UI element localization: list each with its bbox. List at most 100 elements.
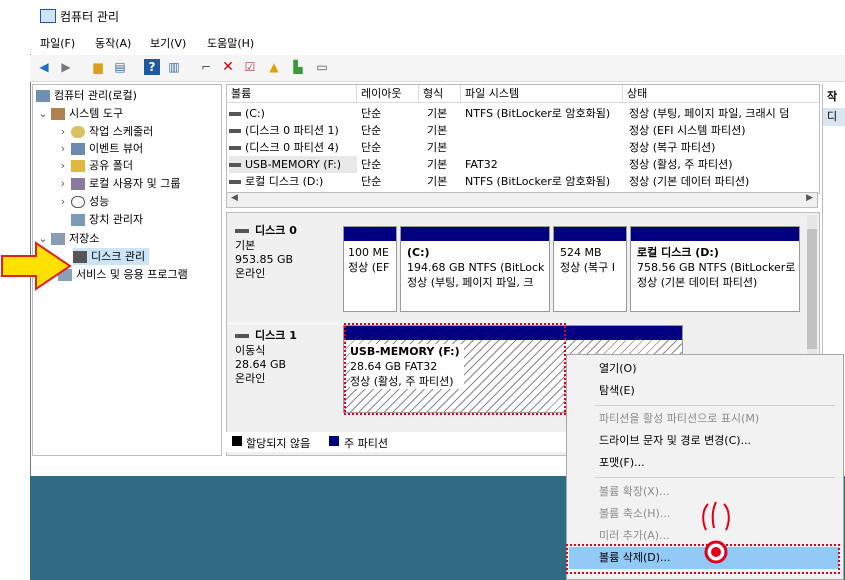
chevron-right-icon[interactable]: › bbox=[58, 175, 68, 192]
legend-primary: 주 파티션 bbox=[344, 437, 388, 450]
menu-help[interactable]: 도움말(H) bbox=[207, 35, 254, 51]
volume-icon bbox=[229, 129, 241, 133]
help-icon[interactable]: ? bbox=[144, 59, 160, 75]
back-icon[interactable]: ◀ bbox=[36, 59, 52, 75]
connect-icon[interactable]: ⌐ bbox=[198, 59, 214, 75]
properties-icon[interactable]: ▤ bbox=[112, 59, 128, 75]
table-row[interactable]: 로컬 디스크 (D:) bbox=[229, 173, 357, 190]
hand-click-icon bbox=[702, 501, 730, 564]
tree-item-disk-management[interactable]: 디스크 관리 bbox=[73, 248, 150, 265]
actions-item[interactable]: 디 bbox=[823, 108, 845, 126]
delete-icon[interactable]: ✕ bbox=[220, 59, 236, 75]
event-viewer-icon bbox=[71, 143, 85, 155]
cell-layout: 단순 bbox=[361, 175, 382, 188]
forward-icon[interactable]: ▶ bbox=[58, 59, 74, 75]
cell-status: 정상 (활성, 주 파티션) bbox=[629, 158, 733, 171]
cell-status: 정상 (기본 데이터 파티션) bbox=[629, 175, 750, 188]
column-header-type[interactable]: 형식 bbox=[419, 85, 461, 103]
chevron-right-icon[interactable]: › bbox=[58, 123, 68, 140]
menu-separator bbox=[595, 405, 835, 406]
menu-open[interactable]: 열기(O) bbox=[599, 359, 636, 379]
computer-icon bbox=[36, 90, 50, 102]
partition-efi[interactable]: 100 ME 정상 (EF bbox=[343, 226, 397, 312]
column-header-filesystem[interactable]: 파일 시스템 bbox=[461, 85, 623, 103]
disk1-size: 28.64 GB bbox=[235, 358, 287, 371]
cell-type: 기본 bbox=[427, 107, 448, 120]
disk1-type: 이동식 bbox=[235, 344, 266, 357]
settings-icon[interactable]: ▭ bbox=[314, 59, 330, 75]
legend-unallocated: 할당되지 않음 bbox=[246, 437, 311, 450]
disk-icon bbox=[73, 251, 87, 263]
tree-item-performance[interactable]: › 성능 bbox=[58, 193, 109, 210]
view-icon[interactable]: ▥ bbox=[166, 59, 182, 75]
tree-item-root[interactable]: 컴퓨터 관리(로컬) bbox=[36, 87, 137, 104]
cell-layout: 단순 bbox=[361, 158, 382, 171]
cell-layout: 단순 bbox=[361, 124, 382, 137]
disk0-info[interactable]: 디스크 0 기본 953.85 GB 온라인 bbox=[227, 223, 339, 315]
import-icon[interactable]: ▲ bbox=[266, 59, 282, 75]
menu-mark-active[interactable]: 파티션을 활성 파티션으로 표시(M) bbox=[599, 409, 759, 429]
tree-item-event-viewer[interactable]: › 이벤트 뷰어 bbox=[58, 140, 143, 157]
performance-icon bbox=[71, 196, 85, 208]
disk0-name: 디스크 0 bbox=[255, 224, 297, 237]
cell-status: 정상 (부팅, 페이지 파일, 크래시 덤 bbox=[629, 107, 790, 120]
table-row[interactable]: (C:) bbox=[229, 105, 357, 122]
usb-partition-highlight bbox=[344, 323, 566, 415]
cell-filesystem: FAT32 bbox=[465, 158, 498, 171]
cell-type: 기본 bbox=[427, 175, 448, 188]
tree-item-device-manager[interactable]: 장치 관리자 bbox=[71, 211, 143, 228]
column-header-layout[interactable]: 레이아웃 bbox=[357, 85, 419, 103]
menu-file[interactable]: 파일(F) bbox=[40, 35, 75, 51]
scroll-right-icon[interactable]: ▶ bbox=[806, 193, 813, 203]
menu-extend-volume[interactable]: 볼륨 확장(X)... bbox=[599, 482, 670, 502]
partition-recovery[interactable]: 524 MB 정상 (복구 I bbox=[553, 226, 627, 312]
disk0-size: 953.85 GB bbox=[235, 253, 294, 266]
tree-item-local-users[interactable]: › 로컬 사용자 및 그룹 bbox=[58, 175, 180, 192]
up-folder-icon[interactable]: ▆ bbox=[90, 59, 106, 75]
chevron-right-icon[interactable]: › bbox=[58, 157, 68, 174]
menu-explore[interactable]: 탐색(E) bbox=[599, 381, 635, 401]
chevron-right-icon[interactable]: › bbox=[58, 140, 68, 157]
menu-action[interactable]: 동작(A) bbox=[95, 35, 131, 51]
menu-add-mirror[interactable]: 미러 추가(A)... bbox=[599, 526, 670, 546]
volume-icon bbox=[229, 112, 241, 116]
check-icon[interactable]: ☑ bbox=[242, 59, 258, 75]
menu-change-drive-letter[interactable]: 드라이브 문자 및 경로 변경(C)... bbox=[599, 431, 751, 451]
menu-format[interactable]: 포맷(F)... bbox=[599, 453, 645, 473]
table-row[interactable]: (디스크 0 파티션 1) bbox=[229, 122, 357, 139]
disk0-status: 온라인 bbox=[235, 267, 266, 280]
tree-item-system-tools[interactable]: ⌄ 시스템 도구 bbox=[38, 105, 123, 122]
tree-item-services[interactable]: 서비스 및 응용 프로그램 bbox=[58, 266, 188, 283]
horizontal-scrollbar[interactable]: ◀ ▶ bbox=[226, 192, 818, 208]
column-header-status[interactable]: 상태 bbox=[623, 85, 819, 103]
menu-view[interactable]: 보기(V) bbox=[150, 35, 186, 51]
disk1-status: 온라인 bbox=[235, 372, 266, 385]
tree-item-shared-folders[interactable]: › 공유 폴더 bbox=[58, 157, 133, 174]
pointer-arrow-icon bbox=[1, 241, 72, 291]
scroll-left-icon[interactable]: ◀ bbox=[231, 193, 238, 203]
volume-icon bbox=[229, 180, 241, 184]
disk-icon bbox=[235, 334, 249, 338]
table-row[interactable]: (디스크 0 파티션 4) bbox=[229, 139, 357, 156]
disk0-type: 기본 bbox=[235, 239, 256, 252]
column-header-volume[interactable]: 볼륨 bbox=[227, 85, 357, 103]
cell-type: 기본 bbox=[427, 141, 448, 154]
tree-item-task-scheduler[interactable]: › 작업 스케줄러 bbox=[58, 123, 153, 140]
cell-filesystem: NTFS (BitLocker로 암호화됨) bbox=[465, 175, 611, 188]
scrollbar-thumb[interactable] bbox=[807, 229, 817, 349]
partition-c[interactable]: (C:) 194.68 GB NTFS (BitLock 정상 (부팅, 페이지 파… bbox=[400, 226, 550, 312]
partition-d[interactable]: 로컬 디스크 (D:) 758.56 GB NTFS (BitLocker로 정상 … bbox=[630, 226, 800, 312]
export-icon[interactable]: ▙ bbox=[290, 59, 306, 75]
menu-separator bbox=[595, 477, 835, 478]
volume-icon bbox=[229, 163, 241, 167]
table-row[interactable]: USB-MEMORY (F:) bbox=[229, 156, 357, 173]
cell-type: 기본 bbox=[427, 158, 448, 171]
menu-shrink-volume[interactable]: 볼륨 축소(H)... bbox=[599, 504, 670, 524]
chevron-down-icon[interactable]: ⌄ bbox=[38, 105, 48, 122]
tools-icon bbox=[51, 108, 65, 120]
chevron-right-icon[interactable]: › bbox=[58, 193, 68, 210]
volume-list: 볼륨 레이아웃 형식 파일 시스템 상태 (C:) 단순 기본 NTFS (Bi… bbox=[226, 84, 820, 194]
disk1-info[interactable]: 디스크 1 이동식 28.64 GB 온라인 bbox=[227, 323, 339, 419]
title-bar bbox=[30, 0, 845, 32]
cell-filesystem: NTFS (BitLocker로 암호화됨) bbox=[465, 107, 611, 120]
